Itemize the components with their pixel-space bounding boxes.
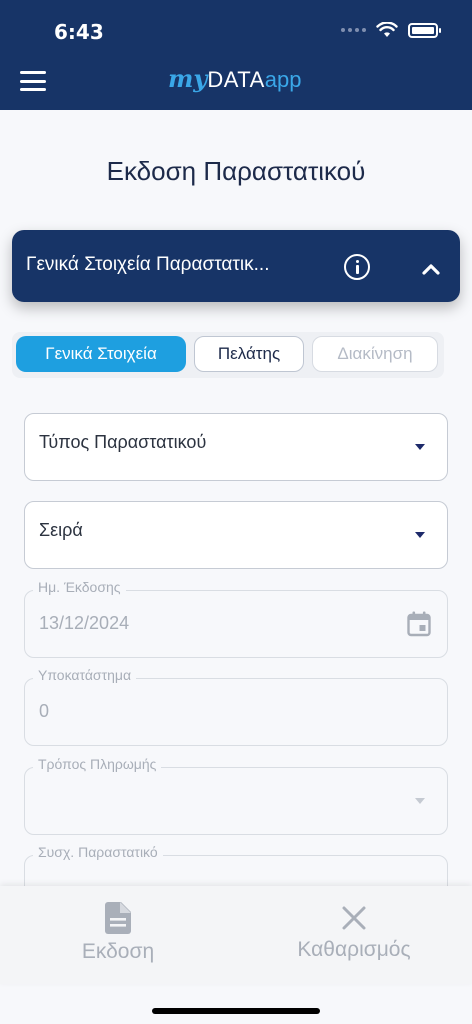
doc-type-select[interactable]: Τύπος Παραστατικού (24, 413, 448, 481)
series-placeholder: Σειρά (39, 520, 83, 540)
doc-type-placeholder: Τύπος Παραστατικού (39, 432, 207, 452)
dropdown-caret-icon (415, 444, 425, 450)
status-time: 6:43 (54, 20, 104, 44)
close-icon (342, 906, 366, 930)
tab-general-info[interactable]: Γενικά Στοιχεία (16, 336, 186, 372)
issue-date-value: 13/12/2024 (39, 613, 130, 633)
dropdown-caret-icon (415, 532, 425, 538)
clear-button[interactable]: Καθαρισμός (236, 886, 472, 984)
home-indicator[interactable] (152, 1008, 320, 1014)
tab-shipping: Διακίνηση (312, 336, 438, 372)
wifi-icon (376, 22, 398, 37)
menu-icon[interactable] (20, 71, 46, 91)
status-icons (341, 22, 441, 38)
status-bar: 6:43 (0, 0, 472, 60)
battery-icon (408, 22, 441, 38)
branch-label: Υποκατάστημα (33, 667, 137, 683)
page-title: Εκδοση Παραστατικού (106, 156, 366, 186)
payment-method-label: Τρόπος Πληρωμής (33, 756, 162, 772)
dropdown-caret-icon (415, 798, 425, 804)
issue-date-field: Ημ. Έκδοσης 13/12/2024 (24, 579, 448, 658)
logo-app: app (264, 67, 302, 92)
calendar-icon (407, 611, 431, 637)
tab-customer[interactable]: Πελάτης (194, 336, 304, 372)
tab-bar: Γενικά Στοιχεία Πελάτης Διακίνηση (12, 332, 444, 378)
related-document-label: Συσχ. Παραστατικό (33, 844, 163, 860)
info-icon[interactable] (344, 254, 370, 280)
branch-value: 0 (39, 701, 50, 721)
app-logo: myDATAapp (168, 64, 301, 93)
issue-button[interactable]: Εκδοση (0, 886, 236, 984)
clear-button-label: Καθαρισμός (297, 938, 411, 961)
issue-date-label: Ημ. Έκδοσης (33, 579, 126, 595)
issue-button-label: Εκδοση (81, 940, 155, 963)
logo-my: my (168, 64, 208, 93)
bottom-action-bar: Εκδοση Καθαρισμός (0, 886, 472, 984)
document-icon (105, 902, 131, 934)
logo-data: DATA (207, 67, 265, 92)
signal-dots-icon (341, 28, 366, 32)
chevron-up-icon[interactable] (422, 260, 440, 278)
branch-field: Υποκατάστημα 0 (24, 667, 448, 746)
section-title: Γενικά Στοιχεία Παραστατικ... (26, 254, 270, 275)
payment-method-select: Τρόπος Πληρωμής (24, 756, 448, 835)
section-header-general[interactable]: Γενικά Στοιχεία Παραστατικ... (12, 230, 460, 302)
series-select[interactable]: Σειρά (24, 501, 448, 569)
app-bar: myDATAapp (0, 60, 472, 110)
